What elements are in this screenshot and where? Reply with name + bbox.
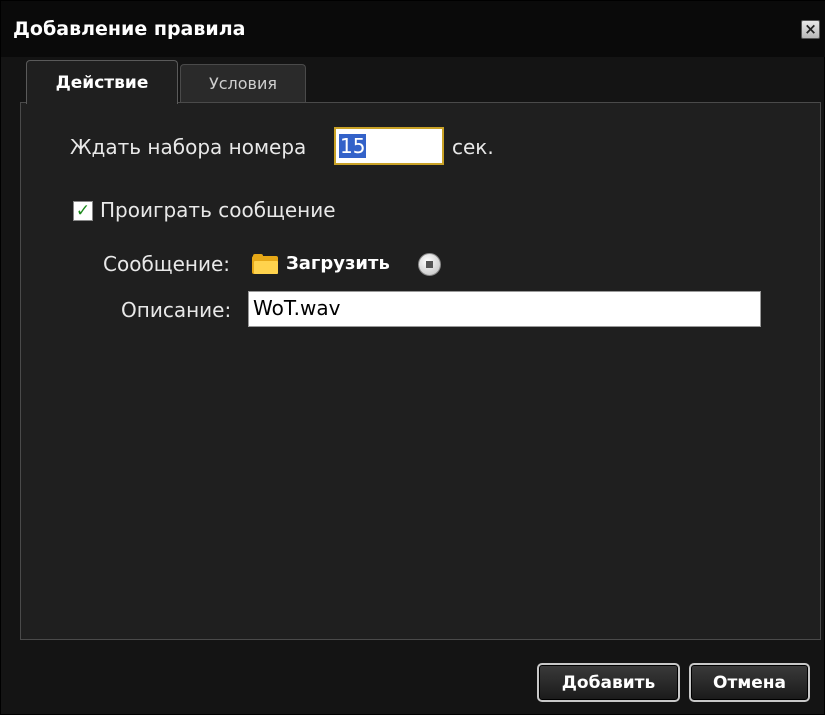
play-message-checkbox[interactable]: ✓ — [73, 201, 93, 221]
description-value: WoT.wav — [253, 296, 341, 320]
tab-action[interactable]: Действие — [26, 60, 178, 104]
dialog-titlebar[interactable]: Добавление правила × — [1, 1, 825, 57]
wait-label: Ждать набора номера — [70, 135, 307, 159]
add-rule-dialog: Добавление правила × Действие Условия Жд… — [0, 0, 825, 715]
description-input[interactable]: WoT.wav — [248, 291, 761, 327]
message-label: Сообщение: — [103, 252, 231, 276]
add-button[interactable]: Добавить — [537, 663, 680, 702]
tab-conditions-label: Условия — [208, 74, 277, 93]
dialog-title: Добавление правила — [13, 18, 246, 40]
description-label: Описание: — [121, 298, 232, 322]
play-message-label[interactable]: Проиграть сообщение — [100, 198, 336, 222]
upload-button[interactable]: Загрузить — [252, 253, 390, 274]
close-icon[interactable]: × — [801, 20, 820, 39]
tab-panel-action — [20, 102, 821, 640]
cancel-button[interactable]: Отмена — [689, 663, 810, 702]
checkmark-icon: ✓ — [75, 200, 91, 221]
upload-label: Загрузить — [286, 253, 390, 274]
stop-icon[interactable] — [418, 253, 441, 276]
add-button-label: Добавить — [561, 672, 656, 693]
wait-unit-label: сек. — [452, 135, 494, 159]
wait-seconds-input[interactable]: 15 — [334, 127, 444, 165]
tab-conditions[interactable]: Условия — [180, 64, 306, 102]
folder-icon — [252, 253, 280, 274]
wait-seconds-value: 15 — [339, 134, 367, 158]
cancel-button-label: Отмена — [713, 672, 786, 693]
tab-action-label: Действие — [55, 72, 149, 93]
